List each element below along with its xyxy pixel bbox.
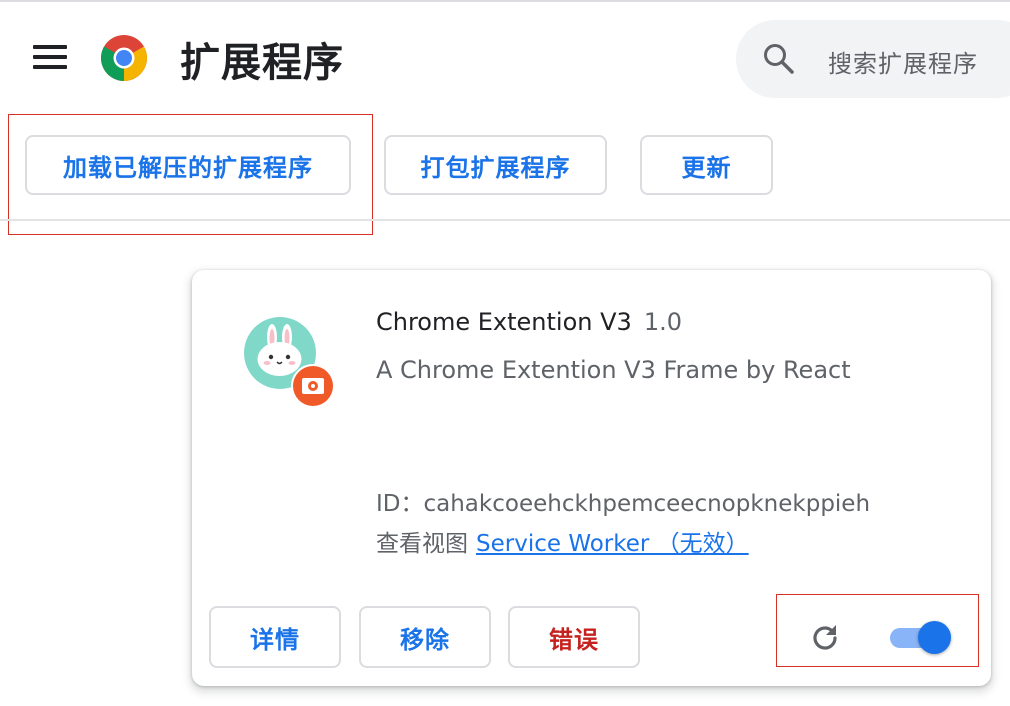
toolbar-divider (0, 219, 1010, 221)
extension-name: Chrome Extention V3 1.0 (376, 308, 682, 336)
chrome-logo-icon (101, 35, 147, 81)
inspect-views-label: 查看视图 (376, 531, 468, 557)
search-icon (764, 44, 794, 74)
details-button[interactable]: 详情 (209, 606, 341, 668)
top-border (0, 0, 1010, 2)
search-box[interactable]: 搜索扩展程序 (736, 20, 1010, 98)
pack-extension-button[interactable]: 打包扩展程序 (384, 135, 607, 195)
search-placeholder: 搜索扩展程序 (828, 50, 978, 78)
extension-id: ID：cahakcoeehckhpemceecnopknekppieh (376, 491, 871, 517)
extension-rabbit-icon (244, 317, 335, 408)
extension-name-text: Chrome Extention V3 (376, 308, 632, 336)
errors-button[interactable]: 错误 (508, 606, 640, 668)
service-worker-link[interactable]: Service Worker （无效） (476, 531, 749, 557)
page-title: 扩展程序 (180, 40, 344, 86)
extension-version: 1.0 (643, 308, 682, 336)
remove-button[interactable]: 移除 (359, 606, 491, 668)
load-unpacked-highlight-box (8, 114, 373, 235)
menu-icon[interactable] (33, 45, 67, 71)
extension-description: A Chrome Extention V3 Frame by React (376, 356, 851, 384)
inspect-views: 查看视图 Service Worker （无效） (376, 524, 749, 558)
update-button[interactable]: 更新 (640, 135, 773, 195)
controls-highlight-box (776, 594, 979, 667)
